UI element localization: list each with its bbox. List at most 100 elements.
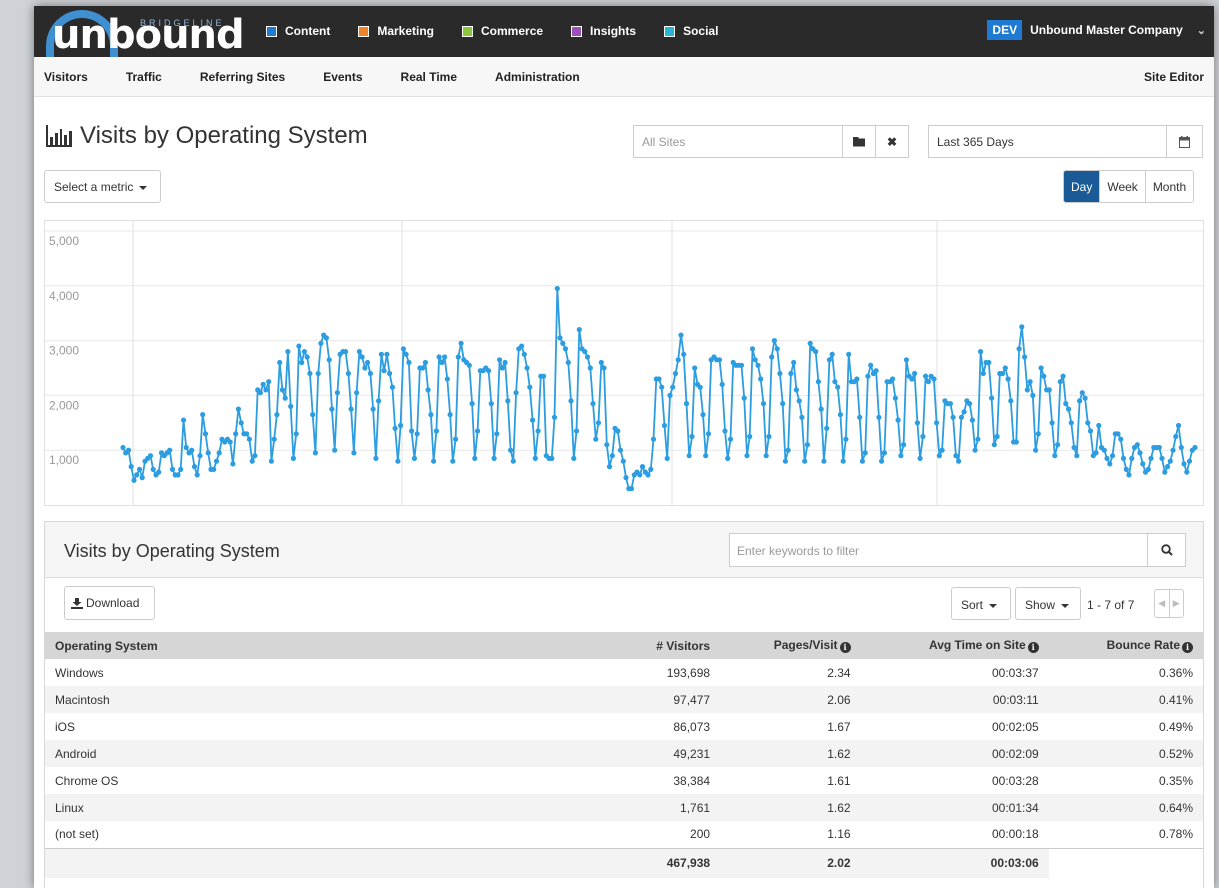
data-point [843, 436, 849, 442]
y-tick-label: 2,000 [49, 398, 79, 412]
col-visitors[interactable]: # Visitors [613, 632, 721, 659]
cell-os: Windows [55, 665, 104, 680]
nav-events[interactable]: Events [323, 70, 362, 84]
data-point [359, 354, 365, 360]
data-point [925, 379, 932, 385]
data-point [392, 425, 398, 431]
y-tick-label: 1,000 [49, 453, 79, 467]
data-point [422, 359, 428, 366]
data-point [912, 370, 918, 377]
nav-traffic[interactable]: Traffic [126, 70, 162, 84]
data-point [1134, 442, 1140, 448]
company-switcher[interactable]: DEV Unbound Master Company ⌄ [987, 20, 1206, 40]
prev-page-icon[interactable]: ◀ [1155, 590, 1169, 617]
granularity-day[interactable]: Day [1064, 171, 1100, 202]
data-point [1030, 392, 1036, 398]
data-point [1159, 455, 1165, 461]
os-table-panel: Visits by Operating System Enter keyword… [44, 521, 1204, 888]
data-point [125, 447, 132, 453]
data-point [1087, 428, 1094, 434]
data-point [568, 398, 574, 404]
data-point [120, 444, 126, 451]
data-point [334, 390, 340, 396]
info-icon[interactable]: i [1027, 642, 1039, 653]
date-range-selector[interactable]: Last 365 Days [928, 125, 1203, 158]
data-point [725, 455, 731, 461]
data-point [271, 436, 277, 442]
folder-icon[interactable] [842, 126, 875, 157]
cell-avg-time: 00:03:28 [991, 773, 1039, 788]
data-point [541, 373, 547, 379]
data-point [829, 351, 835, 357]
col-avg-time[interactable]: Avg Time on Site i [860, 632, 1049, 659]
table-row: Chrome OS 38,384 1.61 00:03:28 0.35% [45, 767, 1203, 794]
data-point [716, 357, 723, 363]
info-icon[interactable]: i [1182, 642, 1193, 653]
nav-visitors[interactable]: Visitors [44, 70, 88, 84]
data-point [749, 346, 756, 352]
data-point [268, 458, 274, 464]
data-point [1175, 422, 1182, 429]
data-point [571, 455, 577, 461]
unbound-logo[interactable]: unbound BRIDGELINE [40, 8, 245, 62]
data-point [939, 447, 945, 453]
download-button[interactable]: Download [64, 586, 155, 620]
close-icon[interactable]: ✖ [875, 126, 908, 157]
table-header-row: Operating System # Visitors Pages/Visit i… [45, 632, 1203, 659]
col-operating-system[interactable]: Operating System [45, 632, 613, 659]
data-point [1035, 431, 1041, 437]
module-commerce[interactable]: Commerce [462, 24, 543, 38]
data-point [497, 357, 503, 363]
granularity-month[interactable]: Month [1144, 171, 1194, 202]
col-bounce-rate[interactable]: Bounce Rate i [1048, 632, 1203, 659]
show-dropdown[interactable]: Show [1015, 587, 1081, 620]
data-point [282, 395, 288, 401]
data-point [975, 436, 981, 442]
data-point [560, 340, 566, 346]
data-point [637, 472, 643, 478]
data-point [230, 461, 236, 467]
data-point [815, 379, 822, 385]
data-point [1181, 461, 1187, 467]
os-table: Operating System # Visitors Pages/Visit i… [45, 632, 1203, 878]
metric-dropdown[interactable]: Select a metric [44, 170, 161, 203]
granularity-week[interactable]: Week [1099, 171, 1145, 202]
nav-real-time[interactable]: Real Time [401, 70, 457, 84]
data-point [387, 370, 393, 377]
data-point [167, 447, 173, 453]
data-point [244, 431, 250, 437]
site-selector: All Sites ✖ [633, 125, 909, 158]
data-point [1123, 466, 1129, 472]
module-content[interactable]: Content [266, 24, 330, 38]
data-point [1137, 450, 1143, 456]
data-point [551, 414, 558, 420]
sort-dropdown[interactable]: Sort [951, 587, 1011, 620]
filter-input[interactable]: Enter keywords to filter [730, 534, 1147, 566]
data-point [650, 436, 657, 442]
site-input[interactable]: All Sites [634, 126, 842, 157]
data-point [1167, 458, 1173, 464]
insights-square-icon [571, 25, 583, 37]
site-editor-link[interactable]: Site Editor [1144, 70, 1204, 84]
data-point [813, 349, 819, 355]
data-point [530, 417, 536, 423]
data-point [178, 466, 184, 472]
visits-chart: 1,000 2,000 3,000 4,000 5,000 [44, 220, 1204, 506]
module-insights[interactable]: Insights [571, 24, 636, 38]
next-page-icon[interactable]: ▶ [1168, 590, 1184, 617]
nav-referring-sites[interactable]: Referring Sites [200, 70, 285, 84]
module-social-label: Social [683, 24, 719, 38]
data-point [499, 365, 505, 371]
nav-administration[interactable]: Administration [495, 70, 580, 84]
info-icon[interactable]: i [839, 642, 851, 653]
cell-bounce-rate: 0.49% [1158, 719, 1193, 734]
data-point [1024, 387, 1030, 393]
module-marketing[interactable]: Marketing [358, 24, 434, 38]
cell-os: Macintosh [45, 686, 613, 713]
data-point [705, 431, 712, 437]
col-pages-visit[interactable]: Pages/Visit i [720, 632, 861, 659]
data-point [804, 442, 811, 448]
module-social[interactable]: Social [664, 24, 718, 38]
search-icon[interactable] [1147, 534, 1185, 566]
calendar-icon[interactable] [1166, 126, 1202, 157]
